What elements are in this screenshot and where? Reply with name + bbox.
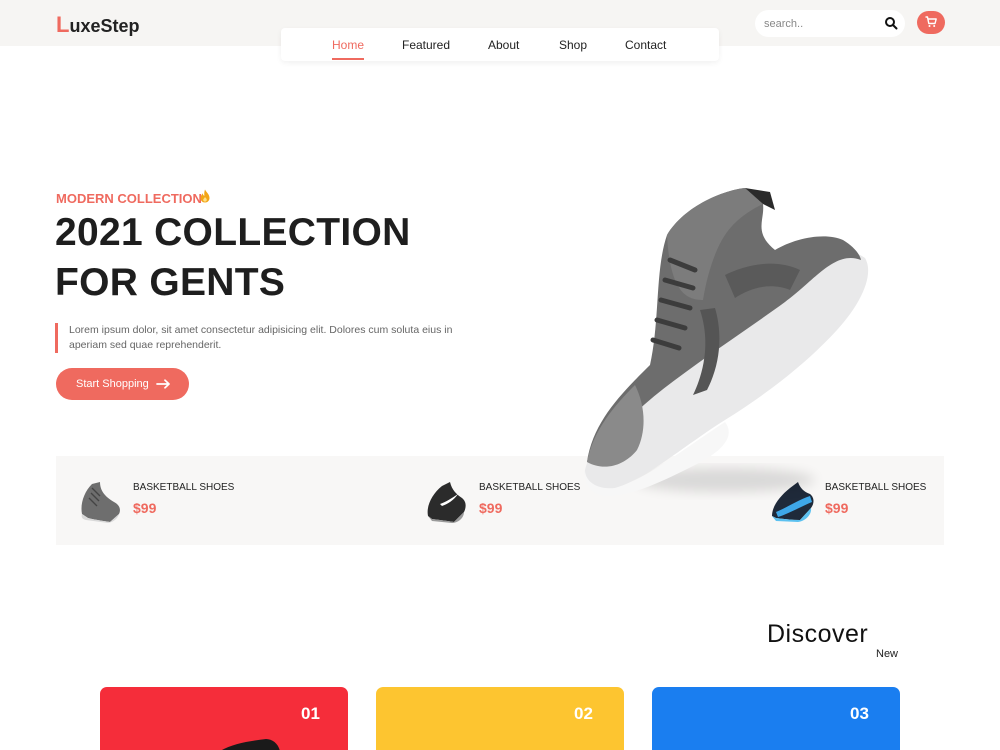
brand-logo[interactable]: LuxeStep	[56, 12, 139, 38]
cart-icon	[925, 16, 937, 27]
black-sneaker-thumbnail	[427, 482, 466, 523]
product-name: BASKETBALL SHOES	[133, 482, 235, 493]
nav-item-about[interactable]: About	[488, 38, 519, 52]
grey-sneaker-thumbnail	[81, 482, 120, 523]
nav-active-indicator	[332, 58, 364, 60]
collection-card[interactable]: 01	[100, 687, 348, 750]
cart-button[interactable]	[917, 11, 945, 34]
hero-sneaker-image	[584, 188, 869, 497]
product-price: $99	[479, 500, 503, 516]
card-shoe-peek	[221, 739, 280, 750]
flame-icon	[200, 189, 210, 203]
search-input[interactable]	[764, 16, 874, 31]
search-icon[interactable]	[884, 16, 898, 30]
product-price: $99	[825, 500, 849, 516]
discover-subheading: New	[876, 648, 899, 660]
card-number: 02	[574, 704, 593, 723]
start-shopping-button[interactable]: Start Shopping	[56, 368, 189, 400]
hero-title-line-1: 2021 COLLECTION	[55, 211, 411, 254]
featured-product-card[interactable]: BASKETBALL SHOES $99	[56, 456, 316, 545]
product-price: $99	[133, 500, 157, 516]
search-box	[755, 10, 905, 37]
brand-logo-rest: uxeStep	[69, 16, 140, 36]
main-nav: Home Featured About Shop Contact	[281, 28, 719, 61]
arrow-right-icon	[156, 379, 170, 389]
brand-logo-initial: L	[56, 12, 70, 37]
hero-kicker: MODERN COLLECTION	[56, 191, 202, 206]
nav-item-shop[interactable]: Shop	[559, 38, 587, 52]
start-shopping-label: Start Shopping	[76, 378, 149, 390]
hero-description: Lorem ipsum dolor, sit amet consectetur …	[55, 323, 485, 353]
nav-item-featured[interactable]: Featured	[402, 38, 450, 52]
collection-card[interactable]: 03	[652, 687, 900, 750]
nav-item-home[interactable]: Home	[332, 38, 364, 52]
card-number: 03	[850, 704, 869, 723]
card-number: 01	[301, 704, 320, 723]
product-name: BASKETBALL SHOES	[479, 482, 581, 493]
collection-card[interactable]: 02	[376, 687, 624, 750]
discover-heading: Discover	[767, 620, 869, 648]
nav-item-contact[interactable]: Contact	[625, 38, 666, 52]
hero-title-line-2: FOR GENTS	[55, 261, 286, 304]
